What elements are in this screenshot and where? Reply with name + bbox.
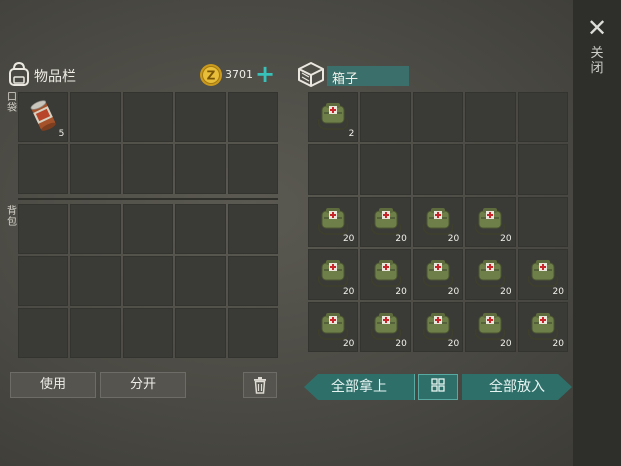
backpack-slot[interactable] (227, 256, 278, 306)
svg-text:Z: Z (207, 69, 216, 83)
item-quantity: 20 (500, 339, 512, 349)
backpack-slot[interactable] (227, 308, 278, 358)
item-quantity: 20 (552, 339, 564, 349)
box-slot[interactable]: 20 (517, 249, 568, 300)
add-coins-button[interactable]: + (255, 62, 275, 86)
box-grid: 2 20 20 20 20 20 20 20 20 20 20 20 20 20 20 (308, 92, 568, 352)
backpack-slot[interactable] (227, 204, 278, 254)
box-slot[interactable]: 20 (465, 249, 516, 300)
box-slot[interactable]: 20 (308, 301, 359, 352)
backpack-slot[interactable] (18, 308, 69, 358)
pocket-slot[interactable] (122, 92, 174, 142)
box-slot[interactable] (308, 144, 359, 195)
box-slot[interactable] (412, 144, 464, 195)
backpack-label: 背包 (7, 206, 17, 228)
box-title: 箱子 (332, 72, 359, 87)
grid-sort-icon (431, 378, 445, 392)
pocket-slot[interactable] (70, 144, 121, 194)
backpack-slot[interactable] (70, 256, 121, 306)
backpack-slot[interactable] (175, 204, 226, 254)
item-quantity: 20 (342, 339, 355, 349)
box-slot[interactable] (517, 196, 568, 248)
item-quantity: 20 (500, 286, 512, 297)
box-slot[interactable]: 20 (517, 301, 568, 352)
item-quantity: 20 (395, 339, 407, 349)
box-slot[interactable]: 20 (412, 301, 464, 352)
box-slot[interactable] (465, 92, 516, 143)
trash-icon (254, 377, 266, 394)
backpack-slot[interactable] (175, 256, 226, 306)
backpack-slot[interactable] (70, 204, 121, 254)
item-quantity: 20 (447, 234, 460, 245)
box-slot[interactable] (412, 92, 464, 143)
item-quantity: 5 (58, 129, 65, 139)
item-quantity: 20 (395, 286, 407, 297)
pocket-slot[interactable] (175, 144, 226, 194)
box-slot[interactable] (360, 144, 411, 195)
item-quantity: 20 (447, 286, 460, 297)
item-quantity: 20 (342, 234, 355, 245)
box-slot[interactable]: 20 (360, 196, 411, 248)
pocket-slot[interactable] (227, 92, 278, 142)
item-quantity: 2 (348, 129, 355, 140)
box-slot[interactable]: 20 (465, 196, 516, 248)
close-icon[interactable]: ✕ (585, 14, 609, 42)
use-button[interactable]: 使用 (10, 372, 96, 398)
sort-button[interactable] (418, 374, 458, 400)
box-slot[interactable] (360, 92, 411, 143)
backpack-slot[interactable] (122, 256, 174, 306)
section-divider (18, 198, 278, 200)
trash-button[interactable] (243, 372, 277, 398)
pocket-slot[interactable] (175, 92, 226, 142)
item-quantity: 20 (552, 286, 564, 297)
coin-count: 3701 (225, 68, 253, 81)
box-slot[interactable]: 20 (308, 249, 359, 300)
item-quantity: 20 (395, 234, 407, 245)
box-icon (298, 62, 324, 87)
box-slot[interactable]: 20 (308, 196, 359, 248)
coin-icon: Z (200, 64, 222, 86)
pocket-slot[interactable] (18, 144, 69, 194)
backpack-slot[interactable] (18, 204, 69, 254)
pocket-grid: 5 (18, 92, 278, 194)
box-slot[interactable]: 2 (308, 92, 359, 143)
backpack-slot[interactable] (175, 308, 226, 358)
backpack-slot[interactable] (122, 308, 174, 358)
box-slot[interactable]: 20 (360, 301, 411, 352)
split-button[interactable]: 分开 (100, 372, 186, 398)
put-all-button[interactable]: 全部放入 (462, 374, 572, 400)
box-slot[interactable] (517, 144, 568, 195)
box-slot[interactable]: 20 (360, 249, 411, 300)
inventory-title: 物品栏 (34, 69, 76, 85)
pocket-slot[interactable] (70, 92, 121, 142)
pocket-slot[interactable]: 5 (18, 92, 69, 142)
item-quantity: 20 (447, 339, 460, 349)
item-quantity: 20 (500, 234, 512, 245)
backpack-slot[interactable] (122, 204, 174, 254)
pocket-slot[interactable] (122, 144, 174, 194)
backpack-icon (9, 61, 29, 86)
close-label[interactable]: 关闭 (589, 46, 605, 76)
backpack-grid (18, 204, 278, 358)
box-slot[interactable]: 20 (412, 249, 464, 300)
take-all-button[interactable]: 全部拿上 (304, 374, 415, 400)
box-slot[interactable] (465, 144, 516, 195)
backpack-slot[interactable] (70, 308, 121, 358)
pocket-slot[interactable] (227, 144, 278, 194)
backpack-slot[interactable] (18, 256, 69, 306)
box-slot[interactable] (517, 92, 568, 143)
box-slot[interactable]: 20 (465, 301, 516, 352)
item-quantity: 20 (342, 286, 355, 297)
pocket-label: 口袋 (7, 92, 17, 114)
box-slot[interactable]: 20 (412, 196, 464, 248)
